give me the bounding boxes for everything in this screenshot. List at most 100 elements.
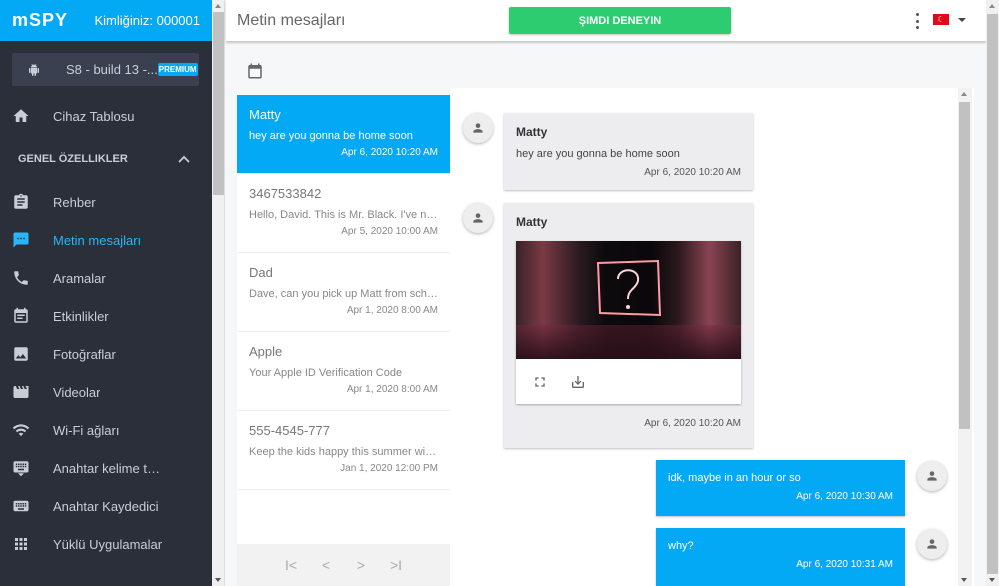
- sidebar-item-label: Anahtar Kaydedici: [53, 498, 159, 514]
- message-icon: [12, 231, 30, 249]
- media-actions: [516, 359, 741, 404]
- brand-bar: mSPY Kimliğiniz: 000001: [0, 0, 212, 41]
- conversation-time: Apr 5, 2020 10:00 AM: [341, 226, 438, 237]
- android-icon: [29, 63, 39, 76]
- last-page-button[interactable]: >I: [389, 557, 404, 573]
- sidebar-item-label: Fotoğraflar: [53, 346, 116, 362]
- conversation-time: Apr 1, 2020 8:00 AM: [346, 384, 438, 395]
- conversation-preview: Your Apple ID Verification Code: [249, 367, 403, 379]
- message-image[interactable]: [516, 241, 741, 359]
- sidebar-item-label: Videolar: [53, 384, 101, 400]
- sidebar-item-calls[interactable]: Aramalar: [0, 259, 212, 297]
- chevron-up-icon: [178, 155, 190, 163]
- page-scrollbar[interactable]: [986, 0, 999, 586]
- wifi-icon: [12, 421, 30, 439]
- sidebar-item-label: Rehber: [53, 194, 96, 210]
- scrollbar-thumb[interactable]: [987, 14, 998, 574]
- sidebar-item-events[interactable]: Etkinlikler: [0, 297, 212, 335]
- sidebar-item-keylogger[interactable]: Anahtar Kaydedici: [0, 487, 212, 525]
- sidebar: mSPY Kimliğiniz: 000001 S8 - build 13 -.…: [0, 0, 212, 586]
- person-icon: [473, 123, 483, 133]
- device-selector[interactable]: S8 - build 13 -... PREMIUM: [12, 53, 199, 86]
- conversation-time: Apr 1, 2020 8:00 AM: [346, 305, 438, 316]
- sidebar-item-label: Aramalar: [53, 270, 106, 286]
- section-general-features[interactable]: GENEL ÖZELLIKLER: [0, 135, 212, 183]
- next-page-button[interactable]: >: [354, 557, 369, 573]
- apps-grid-icon: [12, 535, 30, 553]
- date-filter-calendar-icon[interactable]: [246, 62, 264, 80]
- scroll-up-arrow[interactable]: [215, 4, 221, 8]
- contact-avatar: [463, 113, 493, 143]
- scroll-up-arrow[interactable]: [961, 92, 967, 96]
- fullscreen-icon[interactable]: [532, 374, 548, 390]
- message-time: Apr 6, 2020 10:31 AM: [796, 559, 893, 570]
- sidebar-item-wifi[interactable]: Wi-Fi ağları: [0, 411, 212, 449]
- sidebar-item-photos[interactable]: Fotoğraflar: [0, 335, 212, 373]
- message-text: idk, maybe in an hour or so: [668, 472, 801, 484]
- more-options-icon[interactable]: [914, 13, 920, 29]
- logo-text: mSPY: [12, 10, 69, 30]
- person-icon: [927, 471, 937, 481]
- message-text: why?: [668, 540, 694, 552]
- conversation-preview: Hello, David. This is Mr. Black. I've no…: [249, 209, 438, 221]
- chat-scrollbar[interactable]: [958, 88, 972, 586]
- conversation-item[interactable]: 555-4545-777 Keep the kids happy this su…: [237, 411, 450, 490]
- sidebar-item-label: Yüklü Uygulamalar: [53, 536, 163, 552]
- sidebar-item-dashboard[interactable]: Cihaz Tablosu: [0, 97, 212, 135]
- pagination: I< < > >I: [237, 544, 450, 586]
- download-icon[interactable]: [570, 374, 586, 390]
- language-caret-icon[interactable]: [958, 18, 966, 22]
- incoming-message: Matty hey are you gonna be home soon Apr…: [504, 113, 753, 190]
- calendar-icon: [12, 307, 30, 325]
- turkey-flag-icon[interactable]: ☾: [933, 14, 949, 25]
- conversation-time: Jan 1, 2020 12:00 PM: [340, 463, 438, 474]
- own-avatar: [917, 461, 947, 491]
- phone-icon: [12, 269, 30, 287]
- user-id: Kimliğiniz: 000001: [94, 13, 200, 28]
- scroll-down-arrow[interactable]: [961, 578, 967, 582]
- message-text: hey are you gonna be home soon: [516, 148, 680, 160]
- sidebar-item-installed-apps[interactable]: Yüklü Uygulamalar: [0, 525, 212, 563]
- scroll-up-arrow[interactable]: [989, 4, 995, 8]
- prev-page-button[interactable]: <: [319, 557, 334, 573]
- scroll-down-arrow[interactable]: [989, 578, 995, 582]
- conversation-name: 3467533842: [249, 186, 322, 201]
- conversation-item[interactable]: Dad Dave, can you pick up Matt from scho…: [237, 253, 450, 332]
- top-header: Metin mesajları ŞIMDI DENEYIN ☾: [226, 0, 986, 41]
- message-time: Apr 6, 2020 10:30 AM: [796, 491, 893, 502]
- incoming-media-message: Matty Apr 6, 2020 10:20 AM: [504, 203, 753, 448]
- sidebar-scrollbar[interactable]: [212, 0, 225, 586]
- photo-icon: [12, 345, 30, 363]
- message-time: Apr 6, 2020 10:20 AM: [644, 418, 741, 429]
- video-icon: [12, 383, 30, 401]
- contacts-clipboard-icon: [12, 193, 30, 211]
- section-label: GENEL ÖZELLIKLER: [18, 153, 128, 165]
- conversation-item[interactable]: Apple Your Apple ID Verification Code Ap…: [237, 332, 450, 411]
- scroll-down-arrow[interactable]: [215, 578, 221, 582]
- message-time: Apr 6, 2020 10:20 AM: [644, 167, 741, 178]
- conversation-name: 555-4545-777: [249, 423, 330, 438]
- sidebar-item-keyword-alerts[interactable]: Anahtar kelime ta...: [0, 449, 212, 487]
- sidebar-item-text-messages[interactable]: Metin mesajları: [0, 221, 212, 259]
- person-icon: [927, 539, 937, 549]
- conversation-name: Apple: [249, 344, 283, 359]
- sidebar-item-label: Wi-Fi ağları: [53, 422, 120, 438]
- keyboard-icon: [12, 497, 30, 515]
- conversation-preview: Keep the kids happy this summer with ...: [249, 446, 438, 458]
- sidebar-item-contacts[interactable]: Rehber: [0, 183, 212, 221]
- first-page-button[interactable]: I<: [284, 557, 299, 573]
- contact-avatar: [463, 203, 493, 233]
- scrollbar-thumb[interactable]: [959, 102, 970, 429]
- sidebar-item-label: Cihaz Tablosu: [53, 108, 135, 124]
- sidebar-item-videos[interactable]: Videolar: [0, 373, 212, 411]
- message-sender: Matty: [516, 215, 548, 229]
- own-avatar: [917, 529, 947, 559]
- device-name: S8 - build 13 -...: [66, 62, 158, 77]
- conversation-item[interactable]: Matty hey are you gonna be home soon Apr…: [237, 95, 450, 174]
- try-now-button[interactable]: ŞIMDI DENEYIN: [509, 7, 731, 34]
- conversation-item[interactable]: 3467533842 Hello, David. This is Mr. Bla…: [237, 174, 450, 253]
- scrollbar-thumb[interactable]: [213, 12, 224, 195]
- mspy-logo[interactable]: mSPY: [12, 10, 68, 31]
- sidebar-item-label: Anahtar kelime ta...: [53, 460, 163, 476]
- conversation-time: Apr 6, 2020 10:20 AM: [341, 147, 438, 158]
